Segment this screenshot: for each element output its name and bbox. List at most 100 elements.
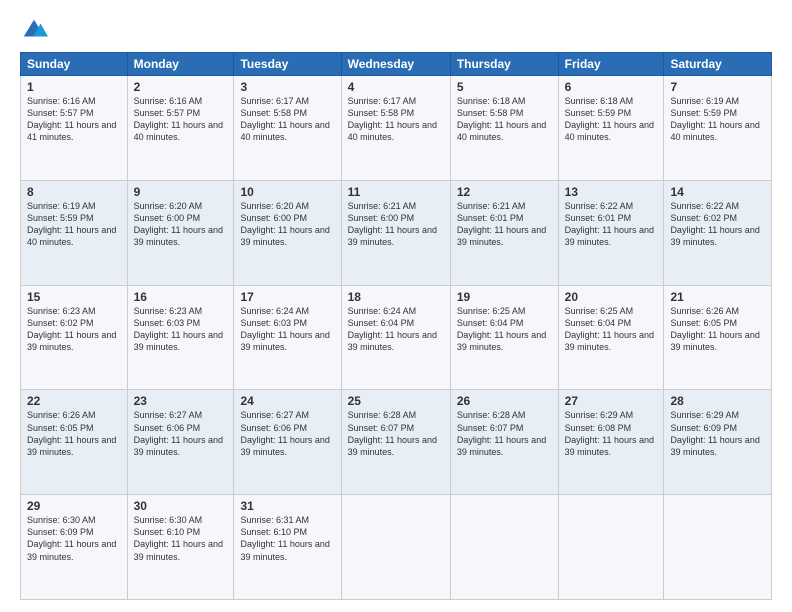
day-number: 4	[348, 80, 444, 94]
calendar-week-row: 1 Sunrise: 6:16 AMSunset: 5:57 PMDaylight…	[21, 76, 772, 181]
calendar-day-cell: 15 Sunrise: 6:23 AMSunset: 6:02 PMDayligh…	[21, 285, 128, 390]
day-info: Sunrise: 6:22 AMSunset: 6:01 PMDaylight:…	[565, 201, 654, 247]
day-info: Sunrise: 6:21 AMSunset: 6:01 PMDaylight:…	[457, 201, 546, 247]
day-info: Sunrise: 6:26 AMSunset: 6:05 PMDaylight:…	[27, 410, 116, 456]
calendar-day-cell: 21 Sunrise: 6:26 AMSunset: 6:05 PMDayligh…	[664, 285, 772, 390]
day-number: 21	[670, 290, 765, 304]
day-number: 1	[27, 80, 121, 94]
calendar-day-cell: 27 Sunrise: 6:29 AMSunset: 6:08 PMDayligh…	[558, 390, 664, 495]
calendar-day-cell: 18Sunrise: 6:24 AMSunset: 6:04 PMDayligh…	[341, 285, 450, 390]
calendar-day-cell: 20 Sunrise: 6:25 AMSunset: 6:04 PMDayligh…	[558, 285, 664, 390]
day-info: Sunrise: 6:19 AMSunset: 5:59 PMDaylight:…	[27, 201, 116, 247]
day-number: 9	[134, 185, 228, 199]
day-info: Sunrise: 6:18 AMSunset: 5:59 PMDaylight:…	[565, 96, 654, 142]
day-info: Sunrise: 6:16 AMSunset: 5:57 PMDaylight:…	[27, 96, 116, 142]
calendar-day-cell: 7Sunrise: 6:19 AMSunset: 5:59 PMDaylight…	[664, 76, 772, 181]
calendar-day-cell: 13 Sunrise: 6:22 AMSunset: 6:01 PMDayligh…	[558, 180, 664, 285]
day-number: 31	[240, 499, 334, 513]
calendar-day-cell: 10Sunrise: 6:20 AMSunset: 6:00 PMDayligh…	[234, 180, 341, 285]
day-info: Sunrise: 6:25 AMSunset: 6:04 PMDaylight:…	[457, 306, 546, 352]
day-info: Sunrise: 6:20 AMSunset: 6:00 PMDaylight:…	[134, 201, 223, 247]
calendar-week-row: 29Sunrise: 6:30 AMSunset: 6:09 PMDayligh…	[21, 495, 772, 600]
day-info: Sunrise: 6:23 AMSunset: 6:02 PMDaylight:…	[27, 306, 116, 352]
day-number: 2	[134, 80, 228, 94]
calendar-day-cell: 26 Sunrise: 6:28 AMSunset: 6:07 PMDayligh…	[450, 390, 558, 495]
calendar-day-cell: 30 Sunrise: 6:30 AMSunset: 6:10 PMDayligh…	[127, 495, 234, 600]
calendar-week-row: 15 Sunrise: 6:23 AMSunset: 6:02 PMDayligh…	[21, 285, 772, 390]
weekday-header: Wednesday	[341, 53, 450, 76]
day-number: 18	[348, 290, 444, 304]
calendar-day-cell: 8 Sunrise: 6:19 AMSunset: 5:59 PMDaylight…	[21, 180, 128, 285]
calendar-day-cell: 28Sunrise: 6:29 AMSunset: 6:09 PMDayligh…	[664, 390, 772, 495]
day-info: Sunrise: 6:30 AMSunset: 6:10 PMDaylight:…	[134, 515, 223, 561]
day-info: Sunrise: 6:22 AMSunset: 6:02 PMDaylight:…	[670, 201, 759, 247]
weekday-header: Monday	[127, 53, 234, 76]
page: SundayMondayTuesdayWednesdayThursdayFrid…	[0, 0, 792, 612]
header	[20, 16, 772, 44]
calendar-day-cell	[341, 495, 450, 600]
day-number: 15	[27, 290, 121, 304]
day-info: Sunrise: 6:21 AMSunset: 6:00 PMDaylight:…	[348, 201, 437, 247]
day-number: 30	[134, 499, 228, 513]
weekday-header: Saturday	[664, 53, 772, 76]
day-number: 17	[240, 290, 334, 304]
day-number: 14	[670, 185, 765, 199]
day-number: 22	[27, 394, 121, 408]
day-info: Sunrise: 6:17 AMSunset: 5:58 PMDaylight:…	[348, 96, 437, 142]
calendar-day-cell	[664, 495, 772, 600]
day-number: 25	[348, 394, 444, 408]
day-info: Sunrise: 6:29 AMSunset: 6:08 PMDaylight:…	[565, 410, 654, 456]
day-number: 20	[565, 290, 658, 304]
calendar-week-row: 8 Sunrise: 6:19 AMSunset: 5:59 PMDaylight…	[21, 180, 772, 285]
weekday-header: Tuesday	[234, 53, 341, 76]
day-info: Sunrise: 6:18 AMSunset: 5:58 PMDaylight:…	[457, 96, 546, 142]
day-info: Sunrise: 6:27 AMSunset: 6:06 PMDaylight:…	[134, 410, 223, 456]
day-info: Sunrise: 6:28 AMSunset: 6:07 PMDaylight:…	[348, 410, 437, 456]
day-info: Sunrise: 6:23 AMSunset: 6:03 PMDaylight:…	[134, 306, 223, 352]
logo-icon	[20, 16, 48, 44]
calendar-day-cell: 3Sunrise: 6:17 AMSunset: 5:58 PMDaylight…	[234, 76, 341, 181]
day-info: Sunrise: 6:26 AMSunset: 6:05 PMDaylight:…	[670, 306, 759, 352]
calendar-day-cell: 25 Sunrise: 6:28 AMSunset: 6:07 PMDayligh…	[341, 390, 450, 495]
day-number: 6	[565, 80, 658, 94]
day-info: Sunrise: 6:20 AMSunset: 6:00 PMDaylight:…	[240, 201, 329, 247]
calendar-day-cell: 6 Sunrise: 6:18 AMSunset: 5:59 PMDaylight…	[558, 76, 664, 181]
weekday-header: Sunday	[21, 53, 128, 76]
calendar-day-cell: 22 Sunrise: 6:26 AMSunset: 6:05 PMDayligh…	[21, 390, 128, 495]
day-info: Sunrise: 6:16 AMSunset: 5:57 PMDaylight:…	[134, 96, 223, 142]
weekday-header: Friday	[558, 53, 664, 76]
logo	[20, 16, 50, 44]
day-number: 8	[27, 185, 121, 199]
calendar-day-cell	[450, 495, 558, 600]
calendar-day-cell: 9 Sunrise: 6:20 AMSunset: 6:00 PMDaylight…	[127, 180, 234, 285]
weekday-header: Thursday	[450, 53, 558, 76]
day-number: 26	[457, 394, 552, 408]
day-number: 19	[457, 290, 552, 304]
calendar-day-cell: 2 Sunrise: 6:16 AMSunset: 5:57 PMDaylight…	[127, 76, 234, 181]
day-info: Sunrise: 6:24 AMSunset: 6:03 PMDaylight:…	[240, 306, 329, 352]
calendar-day-cell: 23 Sunrise: 6:27 AMSunset: 6:06 PMDayligh…	[127, 390, 234, 495]
day-info: Sunrise: 6:25 AMSunset: 6:04 PMDaylight:…	[565, 306, 654, 352]
calendar-day-cell: 16 Sunrise: 6:23 AMSunset: 6:03 PMDayligh…	[127, 285, 234, 390]
day-info: Sunrise: 6:19 AMSunset: 5:59 PMDaylight:…	[670, 96, 759, 142]
calendar-day-cell: 4 Sunrise: 6:17 AMSunset: 5:58 PMDaylight…	[341, 76, 450, 181]
day-info: Sunrise: 6:28 AMSunset: 6:07 PMDaylight:…	[457, 410, 546, 456]
calendar-day-cell: 17 Sunrise: 6:24 AMSunset: 6:03 PMDayligh…	[234, 285, 341, 390]
calendar-header-row: SundayMondayTuesdayWednesdayThursdayFrid…	[21, 53, 772, 76]
calendar-day-cell: 14 Sunrise: 6:22 AMSunset: 6:02 PMDayligh…	[664, 180, 772, 285]
calendar-day-cell	[558, 495, 664, 600]
day-number: 16	[134, 290, 228, 304]
calendar-day-cell: 5Sunrise: 6:18 AMSunset: 5:58 PMDaylight…	[450, 76, 558, 181]
day-info: Sunrise: 6:31 AMSunset: 6:10 PMDaylight:…	[240, 515, 329, 561]
calendar-day-cell: 1 Sunrise: 6:16 AMSunset: 5:57 PMDaylight…	[21, 76, 128, 181]
day-number: 12	[457, 185, 552, 199]
day-info: Sunrise: 6:30 AMSunset: 6:09 PMDaylight:…	[27, 515, 116, 561]
day-number: 13	[565, 185, 658, 199]
day-number: 28	[670, 394, 765, 408]
day-number: 24	[240, 394, 334, 408]
day-number: 23	[134, 394, 228, 408]
calendar-week-row: 22 Sunrise: 6:26 AMSunset: 6:05 PMDayligh…	[21, 390, 772, 495]
calendar-table: SundayMondayTuesdayWednesdayThursdayFrid…	[20, 52, 772, 600]
day-number: 27	[565, 394, 658, 408]
calendar-day-cell: 11Sunrise: 6:21 AMSunset: 6:00 PMDayligh…	[341, 180, 450, 285]
